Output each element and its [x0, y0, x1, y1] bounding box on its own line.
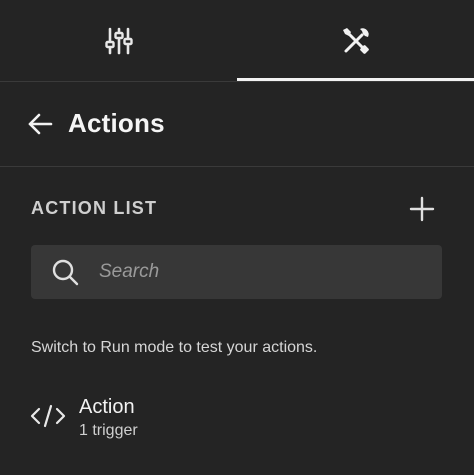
arrow-left-icon[interactable]	[26, 110, 54, 138]
run-mode-hint: Switch to Run mode to test your actions.	[31, 339, 318, 356]
list-item-action[interactable]: Action 1 trigger	[26, 392, 446, 446]
action-name: Action	[79, 396, 135, 418]
plus-icon[interactable]	[408, 195, 436, 223]
tools-icon	[342, 27, 369, 54]
section-label-action-list: ACTION LIST	[31, 198, 158, 218]
tab-properties[interactable]	[0, 0, 237, 81]
search-icon	[52, 259, 79, 286]
action-trigger-count: 1 trigger	[79, 422, 138, 439]
tab-bar	[0, 0, 474, 82]
search-box	[31, 245, 442, 299]
sliders-icon	[104, 27, 133, 54]
page-title: Actions	[68, 108, 165, 138]
active-tab-indicator	[237, 78, 474, 81]
code-icon	[30, 404, 66, 428]
search-input[interactable]	[99, 245, 429, 299]
tab-tools[interactable]	[237, 0, 474, 81]
panel-header: Actions	[0, 82, 474, 167]
